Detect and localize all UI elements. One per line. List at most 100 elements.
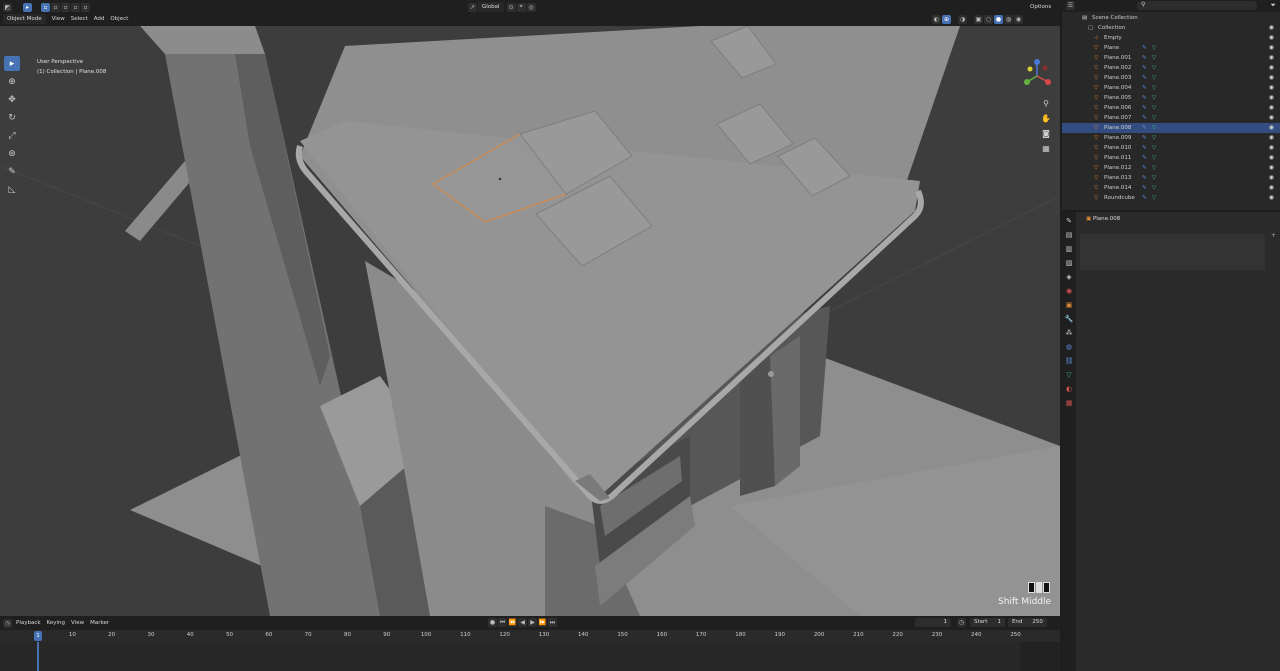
outliner-item[interactable]: ▽ Plane.001 ✎ ▽ ◉ — [1062, 53, 1280, 63]
mesh-data-icon[interactable]: ▽ — [1152, 183, 1156, 193]
modifier-icon[interactable]: ✎ — [1142, 43, 1147, 53]
visibility-eye-icon[interactable]: ◉ — [1269, 113, 1274, 123]
shading-render-icon[interactable]: ◉ — [1014, 14, 1023, 24]
clock-icon[interactable]: ◷ — [3, 618, 12, 628]
visibility-eye-icon[interactable]: ◉ — [1269, 33, 1274, 43]
render-tab-icon[interactable]: ▤ — [1064, 230, 1074, 240]
menu-marker[interactable]: Marker — [87, 617, 112, 629]
outliner-item[interactable]: ▽ Plane.005 ✎ ▽ ◉ — [1062, 93, 1280, 103]
annotate-icon[interactable]: ✎ — [4, 164, 20, 179]
modifier-icon[interactable]: ✎ — [1142, 103, 1147, 113]
visibility-eye-icon[interactable]: ◉ — [1269, 153, 1274, 163]
mesh-data-icon[interactable]: ▽ — [1152, 63, 1156, 73]
jump-start-icon[interactable]: ⏮ — [498, 618, 507, 627]
filter-icon[interactable]: ⏷ — [1270, 1, 1276, 10]
outliner-item[interactable]: ▽ Roundcube ✎ ▽ ◉ — [1062, 193, 1280, 203]
outliner-item[interactable]: ▽ Plane ✎ ▽ ◉ — [1062, 43, 1280, 53]
outliner-item[interactable]: ⊹ Empty ◉ — [1062, 33, 1280, 43]
add-icon[interactable]: + — [1271, 232, 1276, 239]
outliner-item[interactable]: ▽ Plane.002 ✎ ▽ ◉ — [1062, 63, 1280, 73]
mesh-data-icon[interactable]: ▽ — [1152, 113, 1156, 123]
modifier-icon[interactable]: ✎ — [1142, 143, 1147, 153]
menu-timeline-view[interactable]: View — [68, 617, 87, 629]
menu-view[interactable]: View — [49, 13, 68, 25]
visibility-icon[interactable]: ◐ — [932, 14, 941, 24]
modifier-tab-icon[interactable]: 🔧 — [1064, 314, 1074, 324]
mesh-data-icon[interactable]: ▽ — [1152, 193, 1156, 203]
mesh-data-icon[interactable]: ▽ — [1152, 133, 1156, 143]
output-tab-icon[interactable]: ▥ — [1064, 244, 1074, 254]
visibility-eye-icon[interactable]: ◉ — [1269, 143, 1274, 153]
visibility-eye-icon[interactable]: ◉ — [1269, 63, 1274, 73]
menu-playback[interactable]: Playback — [13, 617, 44, 629]
visibility-eye-icon[interactable]: ◉ — [1269, 43, 1274, 53]
shading-solid-icon[interactable]: ● — [994, 14, 1003, 24]
xray-icon[interactable]: ▣ — [974, 14, 983, 24]
overlay-icon[interactable]: ◑ — [958, 14, 967, 24]
visibility-eye-icon[interactable]: ◉ — [1269, 163, 1274, 173]
rotate-icon[interactable]: ↻ — [4, 110, 20, 125]
mesh-data-icon[interactable]: ▽ — [1152, 173, 1156, 183]
select-subtract-icon[interactable]: ▫ — [61, 2, 70, 12]
grid-icon[interactable]: ▦ — [1040, 143, 1052, 155]
visibility-eye-icon[interactable]: ◉ — [1269, 73, 1274, 83]
mesh-data-icon[interactable]: ▽ — [1152, 103, 1156, 113]
modifier-icon[interactable]: ✎ — [1142, 113, 1147, 123]
visibility-eye-icon[interactable]: ◉ — [1269, 123, 1274, 133]
outliner-item[interactable]: ▽ Plane.010 ✎ ▽ ◉ — [1062, 143, 1280, 153]
modifier-icon[interactable]: ✎ — [1142, 183, 1147, 193]
modifier-icon[interactable]: ✎ — [1142, 173, 1147, 183]
texture-tab-icon[interactable]: ▦ — [1064, 398, 1074, 408]
visibility-eye-icon[interactable]: ◉ — [1269, 93, 1274, 103]
world-tab-icon[interactable]: ◉ — [1064, 286, 1074, 296]
tool-tab-icon[interactable]: ✎ — [1064, 216, 1074, 226]
modifier-icon[interactable]: ✎ — [1142, 123, 1147, 133]
tool-mode-icon[interactable]: ▸ — [23, 2, 32, 12]
view-layer-tab-icon[interactable]: ▧ — [1064, 258, 1074, 268]
mesh-data-icon[interactable]: ▽ — [1152, 53, 1156, 63]
modifier-icon[interactable]: ✎ — [1142, 163, 1147, 173]
mesh-data-icon[interactable]: ▽ — [1152, 163, 1156, 173]
outliner-item[interactable]: ▽ Plane.012 ✎ ▽ ◉ — [1062, 163, 1280, 173]
modifier-icon[interactable]: ✎ — [1142, 63, 1147, 73]
current-frame-field[interactable]: 1 — [915, 618, 951, 627]
outliner-item[interactable]: ▤ Scene Collection — [1062, 13, 1280, 23]
modifier-icon[interactable]: ✎ — [1142, 93, 1147, 103]
select-new-icon[interactable]: ▫ — [41, 2, 50, 12]
visibility-eye-icon[interactable]: ◉ — [1269, 183, 1274, 193]
mesh-data-icon[interactable]: ▽ — [1152, 123, 1156, 133]
outliner-type-icon[interactable]: ☰ — [1066, 1, 1075, 10]
outliner-item[interactable]: ▢ Collection ◉ — [1062, 23, 1280, 33]
outliner-item[interactable]: ▽ Plane.011 ✎ ▽ ◉ — [1062, 153, 1280, 163]
menu-select[interactable]: Select — [68, 13, 91, 25]
outliner-item[interactable]: ▽ Plane.014 ✎ ▽ ◉ — [1062, 183, 1280, 193]
mode-dropdown[interactable]: Object Mode — [3, 14, 46, 24]
start-frame-field[interactable]: Start 1 — [970, 618, 1005, 627]
visibility-eye-icon[interactable]: ◉ — [1269, 193, 1274, 203]
mesh-data-icon[interactable]: ▽ — [1152, 143, 1156, 153]
outliner-item[interactable]: ▽ Plane.008 ✎ ▽ ◉ — [1062, 123, 1280, 133]
modifier-icon[interactable]: ✎ — [1142, 73, 1147, 83]
measure-icon[interactable]: ◺ — [4, 182, 20, 197]
select-invert-icon[interactable]: ▫ — [71, 2, 80, 12]
modifier-icon[interactable]: ✎ — [1142, 83, 1147, 93]
transform-icon[interactable]: ⊛ — [4, 146, 20, 161]
select-box-icon[interactable]: ▸ — [4, 56, 20, 71]
modifier-icon[interactable]: ✎ — [1142, 53, 1147, 63]
proportional-icon[interactable]: ◎ — [526, 2, 536, 12]
zoom-icon[interactable]: ⚲ — [1040, 98, 1052, 110]
scene-tab-icon[interactable]: ◈ — [1064, 272, 1074, 282]
mesh-data-icon[interactable]: ▽ — [1152, 83, 1156, 93]
outliner-item[interactable]: ▽ Plane.003 ✎ ▽ ◉ — [1062, 73, 1280, 83]
mesh-data-icon[interactable]: ▽ — [1152, 73, 1156, 83]
menu-object[interactable]: Object — [107, 13, 131, 25]
end-frame-field[interactable]: End 250 — [1007, 618, 1047, 627]
play-icon[interactable]: ▶ — [528, 618, 537, 627]
timeline-ruler[interactable]: 10 20 30 40 50 60 70 80 90 100 110 120 130 140 150 160 1… — [0, 630, 1060, 642]
hand-icon[interactable]: ✋ — [1040, 113, 1052, 125]
orientation-dropdown[interactable]: Global — [478, 2, 504, 12]
scale-icon[interactable]: ⤢ — [4, 128, 20, 143]
cursor-icon[interactable]: ⊕ — [4, 74, 20, 89]
jump-end-icon[interactable]: ⏭ — [548, 618, 557, 627]
snap-icon[interactable]: ⌖ — [516, 2, 526, 12]
